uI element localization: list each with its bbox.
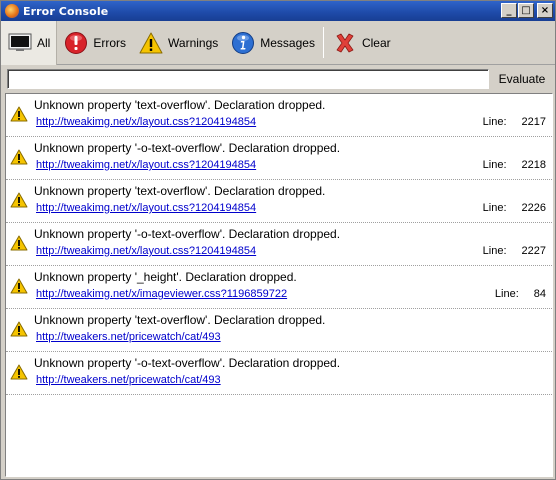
warning-icon — [10, 278, 28, 294]
code-input[interactable] — [7, 69, 489, 89]
monitor-icon — [7, 30, 33, 56]
message-text: Unknown property 'text-overflow'. Declar… — [34, 98, 326, 112]
warning-icon — [10, 321, 28, 337]
message-text: Unknown property 'text-overflow'. Declar… — [34, 313, 326, 327]
window-title: Error Console — [23, 4, 109, 18]
warning-icon — [10, 192, 28, 208]
warnings-label: Warnings — [168, 36, 219, 50]
message-text: Unknown property '-o-text-overflow'. Dec… — [34, 356, 341, 370]
evaluate-bar: Evaluate — [1, 66, 555, 92]
line-label: Line: — [482, 116, 507, 128]
close-button[interactable]: × — [537, 3, 553, 18]
source-link[interactable]: http://tweakimg.net/x/layout.css?1204194… — [36, 159, 256, 171]
all-label: All — [37, 36, 51, 50]
line-number: 2217 — [521, 116, 546, 128]
toolbar: All Errors Warnings Messages Clear — [1, 21, 555, 65]
message-text: Unknown property '-o-text-overflow'. Dec… — [34, 141, 341, 155]
source-link[interactable]: http://tweakimg.net/x/layout.css?1204194… — [36, 116, 256, 128]
warning-icon — [10, 106, 28, 122]
source-link[interactable]: http://tweakimg.net/x/imageviewer.css?11… — [36, 288, 287, 300]
source-link[interactable]: http://tweakimg.net/x/layout.css?1204194… — [36, 202, 256, 214]
window-controls: _ □ × — [501, 3, 553, 18]
warnings-button[interactable]: Warnings — [132, 21, 224, 65]
all-button[interactable]: All — [1, 21, 58, 65]
warning-icon — [10, 235, 28, 251]
list-item[interactable]: Unknown property '_height'. Declaration … — [6, 266, 552, 309]
line-number: 2227 — [521, 245, 546, 257]
source-link[interactable]: http://tweakers.net/pricewatch/cat/493 — [36, 374, 221, 386]
minimize-button[interactable]: _ — [501, 3, 517, 18]
messages-button[interactable]: Messages — [224, 21, 321, 65]
list-item[interactable]: Unknown property '-o-text-overflow'. Dec… — [6, 223, 552, 266]
info-icon — [230, 30, 256, 56]
list-item[interactable]: Unknown property 'text-overflow'. Declar… — [6, 180, 552, 223]
message-text: Unknown property 'text-overflow'. Declar… — [34, 184, 326, 198]
errors-button[interactable]: Errors — [57, 21, 132, 65]
warning-icon — [10, 364, 28, 380]
source-link[interactable]: http://tweakimg.net/x/layout.css?1204194… — [36, 245, 256, 257]
toolbar-separator — [322, 27, 324, 58]
clear-x-icon — [332, 30, 358, 56]
list-item[interactable]: Unknown property 'text-overflow'. Declar… — [6, 309, 552, 352]
message-list[interactable]: Unknown property 'text-overflow'. Declar… — [5, 93, 553, 477]
clear-label: Clear — [361, 36, 391, 50]
messages-label: Messages — [260, 36, 315, 50]
list-item[interactable]: Unknown property '-o-text-overflow'. Dec… — [6, 352, 552, 395]
error-console-window: Error Console _ □ × All Errors Warnings … — [0, 0, 556, 480]
line-number: 2218 — [521, 159, 546, 171]
clear-button[interactable]: Clear — [326, 21, 397, 65]
list-item[interactable]: Unknown property '-o-text-overflow'. Dec… — [6, 137, 552, 180]
error-icon — [63, 30, 89, 56]
line-label: Line: — [494, 288, 519, 300]
evaluate-button[interactable]: Evaluate — [491, 68, 553, 90]
maximize-button[interactable]: □ — [518, 3, 534, 18]
line-label: Line: — [482, 245, 507, 257]
warning-icon — [138, 30, 164, 56]
message-text: Unknown property '-o-text-overflow'. Dec… — [34, 227, 341, 241]
firefox-icon — [5, 4, 19, 18]
message-text: Unknown property '_height'. Declaration … — [34, 270, 297, 284]
list-item[interactable]: Unknown property 'text-overflow'. Declar… — [6, 94, 552, 137]
line-number: 84 — [533, 288, 546, 300]
errors-label: Errors — [93, 36, 127, 50]
line-number: 2226 — [521, 202, 546, 214]
line-label: Line: — [482, 159, 507, 171]
title-bar[interactable]: Error Console _ □ × — [1, 1, 555, 21]
line-label: Line: — [482, 202, 507, 214]
source-link[interactable]: http://tweakers.net/pricewatch/cat/493 — [36, 331, 221, 343]
warning-icon — [10, 149, 28, 165]
